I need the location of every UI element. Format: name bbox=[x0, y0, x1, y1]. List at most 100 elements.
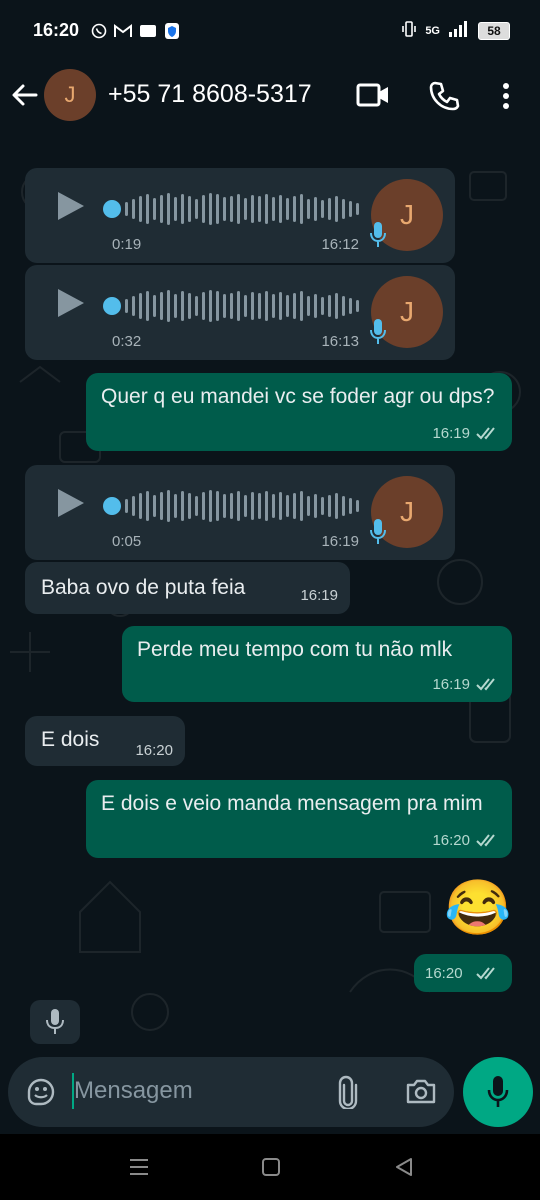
message-time: 16:19 bbox=[321, 533, 359, 550]
mic-icon bbox=[46, 1009, 64, 1034]
play-icon[interactable] bbox=[55, 487, 85, 524]
voice-waveform[interactable] bbox=[121, 192, 373, 226]
sticker-emoji-icon[interactable] bbox=[26, 1077, 56, 1112]
record-voice-button[interactable] bbox=[463, 1057, 533, 1127]
waveform-bar bbox=[328, 295, 331, 317]
waveform-bar bbox=[125, 499, 128, 513]
voice-message[interactable]: 0:19 16:12 J bbox=[25, 168, 455, 263]
waveform-bar bbox=[286, 495, 289, 517]
voice-waveform[interactable] bbox=[121, 489, 373, 523]
waveform-bar bbox=[230, 293, 233, 319]
shield-notification-icon bbox=[164, 22, 180, 43]
chat-area[interactable]: 0:19 16:12 J 0:32 16:13 J Quer q eu mand… bbox=[0, 132, 540, 1057]
voice-duration: 0:19 bbox=[112, 236, 142, 253]
waveform-bar bbox=[307, 496, 310, 516]
app-notification-icon bbox=[139, 24, 157, 41]
waveform-bar bbox=[195, 199, 198, 219]
waveform-bar bbox=[300, 491, 303, 521]
back-nav-icon[interactable] bbox=[395, 1158, 413, 1181]
message-time: 16:20 bbox=[135, 742, 173, 759]
waveform-bar bbox=[321, 297, 324, 315]
waveform-bar bbox=[265, 194, 268, 224]
mic-icon bbox=[487, 1076, 509, 1107]
chat-header: J +55 71 8608-5317 bbox=[0, 62, 540, 132]
waveform-bar bbox=[202, 195, 205, 223]
waveform-bar bbox=[237, 491, 240, 521]
incoming-message[interactable]: E dois 16:20 bbox=[25, 716, 185, 766]
message-time: 16:13 bbox=[321, 333, 359, 350]
waveform-bar bbox=[195, 496, 198, 516]
recent-apps-icon[interactable] bbox=[128, 1158, 150, 1181]
waveform-bar bbox=[132, 199, 135, 219]
waveform-bar bbox=[314, 494, 317, 518]
more-options-icon[interactable] bbox=[498, 82, 514, 115]
waveform-bar bbox=[153, 495, 156, 517]
waveform-bar bbox=[167, 193, 170, 225]
waveform-bar bbox=[146, 291, 149, 321]
notification-icons bbox=[91, 22, 180, 43]
camera-icon[interactable] bbox=[405, 1077, 437, 1110]
voice-waveform[interactable] bbox=[121, 289, 373, 323]
whatsapp-notification-icon bbox=[91, 23, 107, 42]
waveform-bar bbox=[328, 198, 331, 220]
back-arrow-icon[interactable] bbox=[10, 80, 40, 110]
waveform-bar bbox=[181, 291, 184, 321]
voice-progress-dot[interactable] bbox=[103, 497, 121, 515]
play-icon[interactable] bbox=[55, 287, 85, 324]
emoji-message-meta[interactable]: 16:20 bbox=[414, 954, 512, 992]
waveform-bar bbox=[146, 194, 149, 224]
message-input[interactable]: Mensagem bbox=[74, 1077, 193, 1105]
message-time: 16:19 bbox=[432, 425, 470, 442]
outgoing-message[interactable]: Perde meu tempo com tu não mlk 16:19 bbox=[122, 626, 512, 702]
signal-icon bbox=[448, 20, 470, 41]
message-composer[interactable]: Mensagem bbox=[8, 1057, 454, 1127]
waveform-bar bbox=[314, 294, 317, 318]
waveform-bar bbox=[300, 194, 303, 224]
waveform-bar bbox=[125, 299, 128, 313]
message-text: E dois bbox=[41, 728, 100, 751]
voice-message[interactable]: 0:05 16:19 J bbox=[25, 465, 455, 560]
home-icon[interactable] bbox=[262, 1158, 280, 1181]
waveform-bar bbox=[293, 493, 296, 519]
battery-indicator: 58 bbox=[478, 21, 510, 40]
video-call-icon[interactable] bbox=[356, 82, 390, 113]
waveform-bar bbox=[356, 500, 359, 512]
waveform-bar bbox=[258, 196, 261, 222]
vibrate-icon bbox=[401, 20, 417, 41]
contact-avatar[interactable]: J bbox=[44, 69, 96, 121]
play-icon[interactable] bbox=[55, 190, 85, 227]
waveform-bar bbox=[181, 491, 184, 521]
incoming-message[interactable]: Baba ovo de puta feia 16:19 bbox=[25, 562, 350, 614]
waveform-bar bbox=[209, 193, 212, 225]
waveform-bar bbox=[244, 198, 247, 220]
waveform-bar bbox=[174, 197, 177, 221]
waveform-bar bbox=[132, 296, 135, 316]
voice-progress-dot[interactable] bbox=[103, 200, 121, 218]
waveform-bar bbox=[279, 292, 282, 320]
outgoing-message[interactable]: E dois e veio manda mensagem pra mim 16:… bbox=[86, 780, 512, 858]
message-text: Perde meu tempo com tu não mlk bbox=[137, 638, 453, 661]
waveform-bar bbox=[349, 201, 352, 217]
voice-draft-button[interactable] bbox=[30, 1000, 80, 1044]
voice-duration: 0:05 bbox=[112, 533, 142, 550]
read-receipt-icon bbox=[476, 427, 495, 440]
waveform-bar bbox=[251, 492, 254, 520]
contact-title[interactable]: +55 71 8608-5317 bbox=[108, 80, 312, 109]
waveform-bar bbox=[160, 195, 163, 223]
waveform-bar bbox=[146, 491, 149, 521]
waveform-bar bbox=[160, 292, 163, 320]
waveform-bar bbox=[202, 492, 205, 520]
voice-call-icon[interactable] bbox=[428, 80, 460, 117]
waveform-bar bbox=[321, 497, 324, 515]
voice-message[interactable]: 0:32 16:13 J bbox=[25, 265, 455, 360]
waveform-bar bbox=[188, 293, 191, 319]
attach-icon[interactable] bbox=[338, 1075, 358, 1114]
waveform-bar bbox=[342, 296, 345, 316]
waveform-bar bbox=[307, 296, 310, 316]
waveform-bar bbox=[251, 195, 254, 223]
emoji-message[interactable]: 😂 bbox=[444, 876, 511, 940]
voice-progress-dot[interactable] bbox=[103, 297, 121, 315]
outgoing-message[interactable]: Quer q eu mandei vc se foder agr ou dps?… bbox=[86, 373, 512, 451]
waveform-bar bbox=[244, 495, 247, 517]
waveform-bar bbox=[335, 196, 338, 222]
